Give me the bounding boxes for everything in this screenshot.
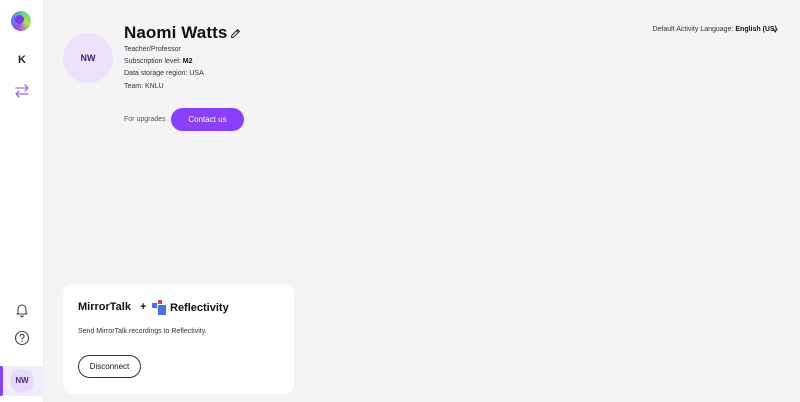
sidebar: K NW: [0, 0, 44, 402]
subscription-label: Subscription level:: [124, 58, 181, 65]
bell-icon[interactable]: [14, 302, 30, 318]
language-selector[interactable]: Default Activity Language: English (US): [652, 26, 777, 33]
profile-avatar: NW: [63, 33, 113, 83]
help-icon[interactable]: [14, 330, 30, 346]
upgrade-label: For upgrades: [124, 116, 166, 123]
storage-region: Data storage region: USA: [124, 70, 204, 77]
subscription-level: Subscription level: M2: [124, 58, 193, 65]
integration-partner-name: Reflectivity: [170, 302, 229, 314]
app-logo-icon[interactable]: [11, 11, 31, 31]
integration-card: MirrorTalk + Reflectivity Send MirrorTal…: [63, 284, 294, 394]
integration-app-name: MirrorTalk: [78, 301, 131, 313]
active-indicator: [0, 366, 3, 396]
integration-description: Send MirrorTalk recordings to Reflectivi…: [78, 328, 207, 335]
language-label: Default Activity Language:: [652, 26, 734, 33]
swap-arrows-icon[interactable]: [13, 84, 31, 98]
team: Team: KNLU: [124, 83, 164, 90]
language-value[interactable]: English (US): [735, 26, 777, 33]
reflectivity-logo-icon: [152, 300, 166, 315]
workspace-switcher[interactable]: K: [0, 54, 44, 66]
profile-name: Naomi Watts: [124, 23, 228, 42]
disconnect-button[interactable]: Disconnect: [78, 355, 141, 378]
subscription-value: M2: [182, 58, 193, 65]
avatar[interactable]: NW: [10, 369, 34, 393]
chevron-down-icon[interactable]: [772, 28, 778, 33]
profile-role: Teacher/Professor: [124, 46, 181, 53]
contact-us-button[interactable]: Contact us: [171, 108, 244, 131]
pencil-icon[interactable]: [230, 28, 241, 39]
integration-plus: +: [140, 301, 147, 313]
